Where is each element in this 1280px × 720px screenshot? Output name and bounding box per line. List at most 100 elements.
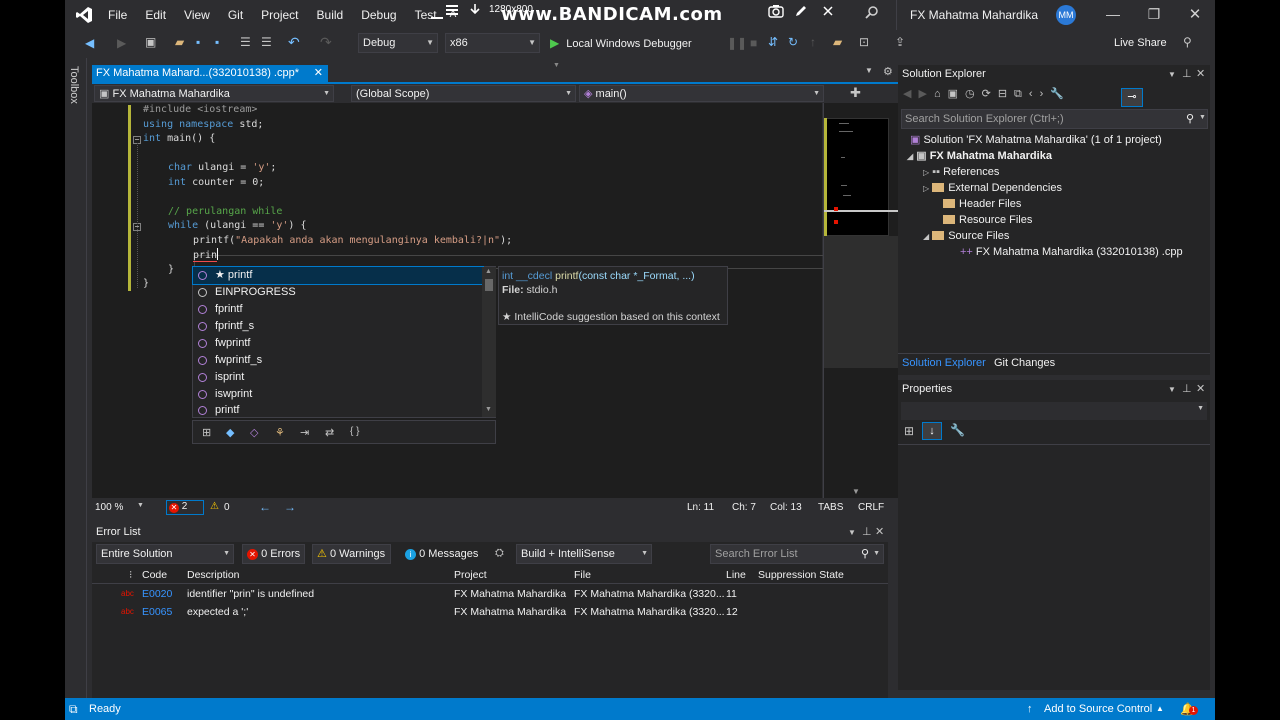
home-icon[interactable]: ⌂ (934, 88, 948, 100)
references-node[interactable]: ▷ ▪▪ References (923, 164, 999, 180)
completion-item[interactable]: EINPROGRESS (193, 284, 483, 301)
stop-icon[interactable]: ■ (750, 36, 757, 50)
column-project[interactable]: Project (454, 566, 487, 584)
filter-functions-icon[interactable]: ◇ (250, 426, 258, 439)
comment-icon[interactable]: ☰ (240, 35, 251, 49)
configuration-dropdown[interactable]: Debug ▼ (358, 33, 438, 53)
next-issue-icon[interactable]: → (284, 500, 296, 514)
zoom-level[interactable]: 100 % (95, 502, 123, 513)
column-suppression-state[interactable]: Suppression State (758, 566, 844, 584)
alphabetical-icon[interactable]: ↓ (922, 422, 942, 440)
build-filter-dropdown[interactable]: Build + IntelliSense ▼ (516, 544, 652, 564)
solution-node[interactable]: ▣ Solution 'FX Mahatma Mahardika' (1 of … (910, 132, 1162, 148)
account-avatar[interactable]: MM (1056, 5, 1076, 25)
error-count-indicator[interactable]: ✕ 2 (166, 500, 204, 515)
live-share-icon[interactable]: ⇪ (895, 35, 905, 49)
close-icon[interactable]: ✕ (875, 523, 884, 542)
scroll-down-icon[interactable]: ▼ (485, 406, 492, 413)
error-search-box[interactable]: Search Error List ⚲ ▼ (710, 544, 884, 564)
column-code[interactable]: Code (142, 566, 167, 584)
menu-view[interactable]: View (175, 0, 219, 30)
table-row[interactable]: abc E0065 expected a ';' FX Mahatma Maha… (92, 603, 888, 621)
close-icon[interactable]: ✕ (1196, 65, 1205, 84)
chevron-down-icon[interactable]: ▼ (137, 502, 144, 509)
window-menu-icon[interactable]: ▼ (1168, 65, 1176, 84)
menu-git[interactable]: Git (219, 0, 252, 30)
preview-selected-items-icon[interactable]: ⊸ (1121, 88, 1143, 107)
completion-item[interactable]: fwprintf_s (193, 352, 483, 369)
pending-changes-icon[interactable]: ◷ (965, 88, 982, 100)
menu-debug[interactable]: Debug (352, 0, 405, 30)
redo-icon[interactable]: ↷ (320, 34, 332, 51)
close-icon[interactable]: ✕ (314, 65, 323, 82)
start-debugging-button[interactable]: ▶ Local Windows Debugger ▼ (550, 33, 700, 69)
filter-keywords-icon[interactable]: { } (350, 426, 359, 437)
filter-namespaces-icon[interactable]: ◆ (226, 426, 234, 439)
tab-solution-explorer[interactable]: Solution Explorer (902, 357, 986, 369)
live-share-button[interactable]: Live Share (1114, 37, 1167, 49)
visual-studio-logo-icon[interactable] (69, 0, 99, 30)
completion-item[interactable]: fprintf_s (193, 318, 483, 335)
warning-count[interactable]: 0 (224, 502, 230, 513)
restore-window-icon[interactable]: ❐ (1134, 6, 1174, 23)
menu-edit[interactable]: Edit (136, 0, 175, 30)
chevron-up-icon[interactable]: ▲ (1156, 698, 1164, 720)
completion-scrollbar[interactable]: ▲ ▼ (482, 267, 496, 417)
menu-file[interactable]: File (99, 0, 136, 30)
open-file-icon[interactable]: ▰ (175, 35, 184, 49)
step-into-icon[interactable]: ⇵ (768, 35, 778, 49)
search-icon[interactable]: ⚲ (861, 545, 869, 563)
indent-mode[interactable]: TABS (818, 502, 843, 513)
member-dropdown[interactable]: ◈ main() ▼ (579, 85, 824, 102)
column-file[interactable]: File (574, 566, 591, 584)
error-scope-dropdown[interactable]: Entire Solution ▼ (96, 544, 234, 564)
scroll-down-icon[interactable]: ▼ (852, 487, 860, 496)
platform-dropdown[interactable]: x86 ▼ (445, 33, 540, 53)
chevron-down-icon[interactable]: ▼ (1199, 114, 1206, 121)
pin-icon[interactable]: ⊥ (1182, 380, 1192, 399)
scope-dropdown[interactable]: (Global Scope) ▼ (351, 85, 576, 102)
navigate-back-icon[interactable]: ◀ (85, 36, 94, 50)
project-dropdown[interactable]: ▣ FX Mahatma Mahardika ▼ (94, 85, 334, 102)
column-line[interactable]: Line (726, 566, 746, 584)
source-file-node[interactable]: ++ FX Mahatma Mahardika (332010138) .cpp (960, 244, 1183, 260)
completion-item[interactable]: fprintf (193, 301, 483, 318)
save-all-icon[interactable]: ▪ (215, 35, 219, 49)
split-editor-icon[interactable]: ✚ (850, 85, 861, 101)
scroll-thumb[interactable] (485, 279, 493, 291)
vertical-scrollbar-map[interactable]: ▼ (823, 103, 899, 498)
properties-object-dropdown[interactable]: ▼ (901, 402, 1207, 420)
filter-templates-icon[interactable]: ⇄ (325, 426, 334, 439)
back-icon[interactable]: ◀ (903, 88, 918, 100)
window-menu-icon[interactable]: ▼ (848, 523, 856, 542)
header-files-node[interactable]: Header Files (943, 196, 1021, 212)
collapse-all-icon[interactable]: ⊟ (998, 88, 1014, 100)
line-endings[interactable]: CRLF (858, 502, 884, 513)
output-icon[interactable]: ⧉ (69, 698, 78, 720)
errors-filter-button[interactable]: ✕ 0 Errors (242, 544, 305, 564)
completion-item[interactable]: isprint (193, 369, 483, 386)
messages-filter-button[interactable]: i 0 Messages (400, 544, 480, 564)
previous-issue-icon[interactable]: ← (259, 500, 271, 514)
close-window-icon[interactable]: ✕ (1175, 5, 1215, 23)
view-code-icon[interactable]: ‹› (1029, 88, 1050, 100)
search-icon[interactable] (865, 6, 879, 23)
filter-document-icon[interactable]: ⛭ (495, 547, 504, 560)
gear-icon[interactable]: ⚙ (883, 65, 893, 78)
forward-icon[interactable]: ▶ (918, 88, 933, 100)
show-all-files-icon[interactable]: ⧉ (1014, 88, 1029, 100)
table-row[interactable]: abc E0020 identifier "prin" is undefined… (92, 585, 888, 603)
screenshot-icon[interactable]: ⊡ (859, 35, 869, 49)
folder-icon[interactable]: ▰ (833, 35, 842, 49)
uncomment-icon[interactable]: ☰ (261, 35, 272, 49)
step-out-icon[interactable]: ↑ (810, 35, 816, 49)
pin-icon[interactable]: ⊥ (1182, 65, 1192, 84)
project-node[interactable]: ◢ ▣ FX Mahatma Mahardika (907, 148, 1052, 164)
add-to-source-control-button[interactable]: Add to Source Control (1044, 698, 1152, 720)
completion-item[interactable]: printf (193, 403, 483, 417)
filter-classes-icon[interactable]: ⚘ (275, 426, 285, 439)
resource-files-node[interactable]: Resource Files (943, 212, 1032, 228)
filter-snippets-icon[interactable]: ⊞ (202, 426, 211, 439)
menu-project[interactable]: Project (252, 0, 307, 30)
source-files-node[interactable]: ◢ Source Files (923, 228, 1009, 244)
